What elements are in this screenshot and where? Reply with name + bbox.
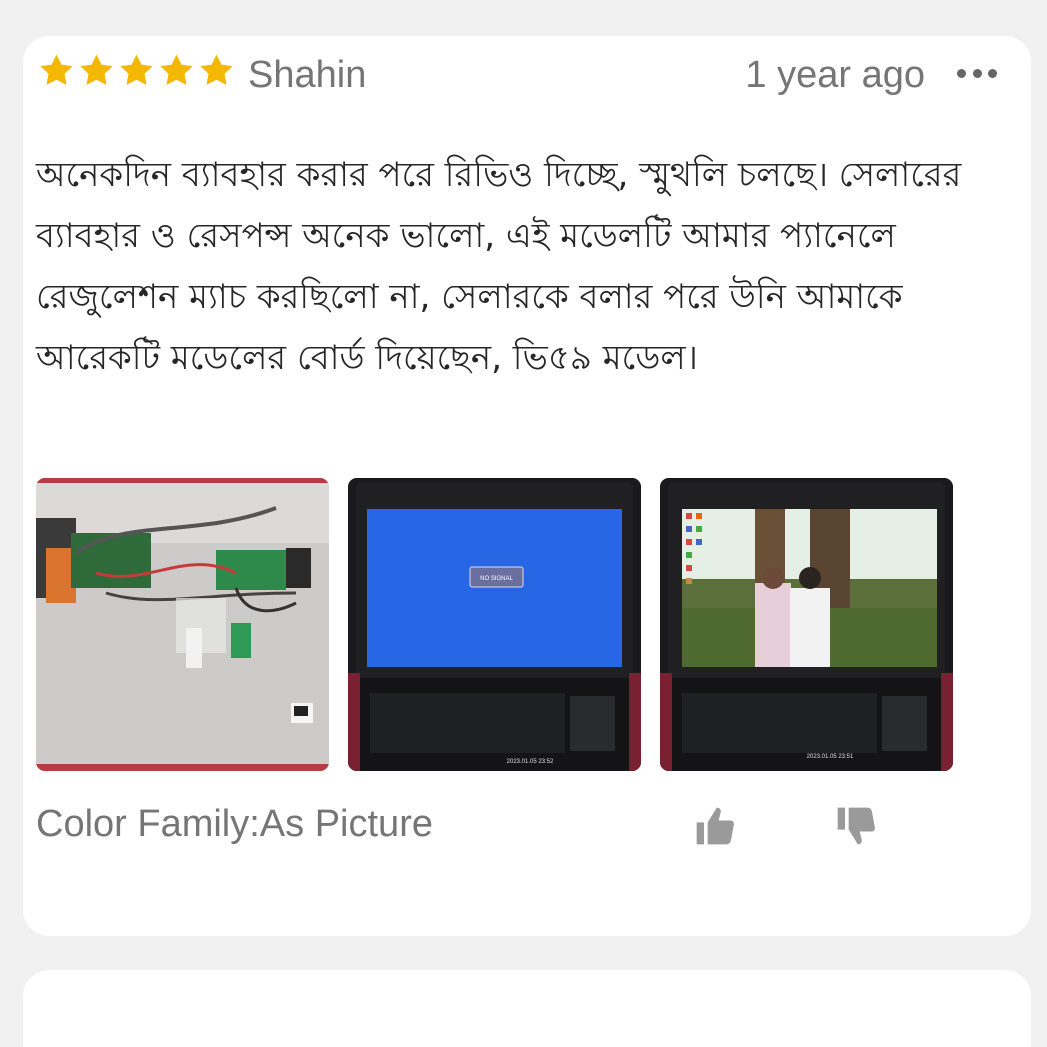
thumbs-down-icon[interactable] (834, 804, 878, 848)
more-horizontal-icon[interactable] (957, 66, 997, 80)
next-review-card (23, 970, 1031, 1047)
reviewer-name: Shahin (248, 54, 367, 96)
review-photos: NO SIGNAL 2023.01.05 23:52 2023.01.05 23… (36, 478, 953, 771)
thumbs-up-icon[interactable] (693, 804, 737, 848)
screen-no-signal-label: NO SIGNAL (480, 576, 513, 582)
star-icon (118, 52, 155, 89)
sku-variant-label: Color Family:As Picture (36, 803, 433, 845)
photo-timestamp: 2023.01.05 23:52 (507, 759, 554, 765)
star-icon (38, 52, 75, 89)
review-text: অনেকদিন ব্যাবহার করার পরে রিভিও দিচ্ছে, … (36, 155, 962, 378)
star-icon (78, 52, 115, 89)
review-header: Shahin 1 year ago (38, 50, 997, 102)
star-icon (158, 52, 195, 89)
star-icon (198, 52, 235, 89)
photo-timestamp: 2023.01.05 23:51 (807, 754, 854, 760)
review-photo-1[interactable] (36, 478, 329, 771)
review-photo-2[interactable]: NO SIGNAL 2023.01.05 23:52 (348, 478, 641, 771)
review-time: 1 year ago (745, 54, 925, 96)
rating-stars (38, 52, 235, 89)
review-photo-3[interactable]: 2023.01.05 23:51 (660, 478, 953, 771)
